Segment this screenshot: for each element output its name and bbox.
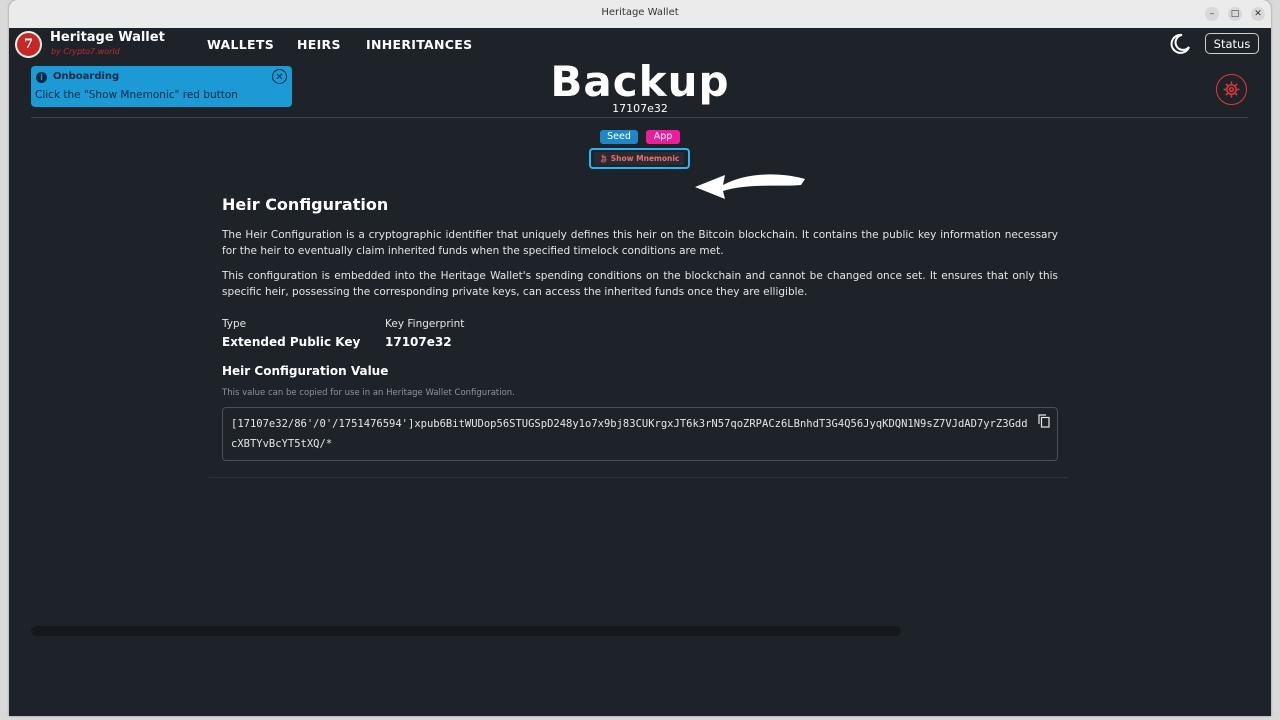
app-window: Heritage Wallet – □ ✕ 7 Heritage Wallet … <box>9 0 1271 716</box>
app-tagline: by Crypto7.world <box>51 47 120 56</box>
minimize-icon[interactable]: – <box>1205 7 1219 21</box>
window-title: Heritage Wallet <box>601 7 679 18</box>
config-value-helper: This value can be copied for use in an H… <box>222 388 515 398</box>
copy-icon[interactable] <box>1038 414 1050 428</box>
heir-configuration-section: Heir Configuration The Heir Configuratio… <box>209 187 1069 478</box>
close-window-icon[interactable]: ✕ <box>1251 7 1265 21</box>
type-label: Type <box>222 318 247 330</box>
heir-config-description-2: This configuration is embedded into the … <box>222 270 1058 298</box>
type-value: Extended Public Key <box>222 335 361 349</box>
app-name: Heritage Wallet <box>50 30 165 45</box>
maximize-icon[interactable]: □ <box>1228 7 1242 21</box>
gear-icon[interactable] <box>1216 74 1247 105</box>
nav-wallets[interactable]: WALLETS <box>207 37 274 52</box>
page-subtitle: 17107e32 <box>612 102 668 115</box>
leaf-icon: 🍃︎ <box>598 154 611 163</box>
seed-chip[interactable]: Seed <box>600 130 638 144</box>
horizontal-scrollbar[interactable] <box>31 626 901 636</box>
app-chip[interactable]: App <box>646 130 680 144</box>
fingerprint-label: Key Fingerprint <box>385 318 465 330</box>
window-titlebar: Heritage Wallet – □ ✕ <box>9 0 1271 29</box>
show-mnemonic-label: Show Mnemonic <box>610 154 680 163</box>
config-value-heading: Heir Configuration Value <box>222 364 389 378</box>
app-logo[interactable]: 7 <box>15 31 42 58</box>
show-mnemonic-button[interactable]: 🍃︎ Show Mnemonic <box>594 152 684 165</box>
nav-heirs[interactable]: HEIRS <box>297 37 341 52</box>
config-value-field[interactable]: [17107e32/86'/0'/1751476594']xpub6BitWUD… <box>222 407 1058 461</box>
page-title: Backup <box>550 57 730 106</box>
moon-icon[interactable] <box>1168 32 1192 56</box>
heir-config-heading: Heir Configuration <box>222 195 389 214</box>
config-value-text[interactable]: [17107e32/86'/0'/1751476594']xpub6BitWUD… <box>231 414 1031 454</box>
heir-config-description-1: The Heir Configuration is a cryptographi… <box>222 229 1058 257</box>
nav-inheritances[interactable]: INHERITANCES <box>366 37 472 52</box>
fingerprint-value: 17107e32 <box>385 335 452 349</box>
status-button[interactable]: Status <box>1205 33 1259 54</box>
header-divider <box>31 117 1248 118</box>
show-mnemonic-highlight: 🍃︎ Show Mnemonic <box>589 148 690 169</box>
